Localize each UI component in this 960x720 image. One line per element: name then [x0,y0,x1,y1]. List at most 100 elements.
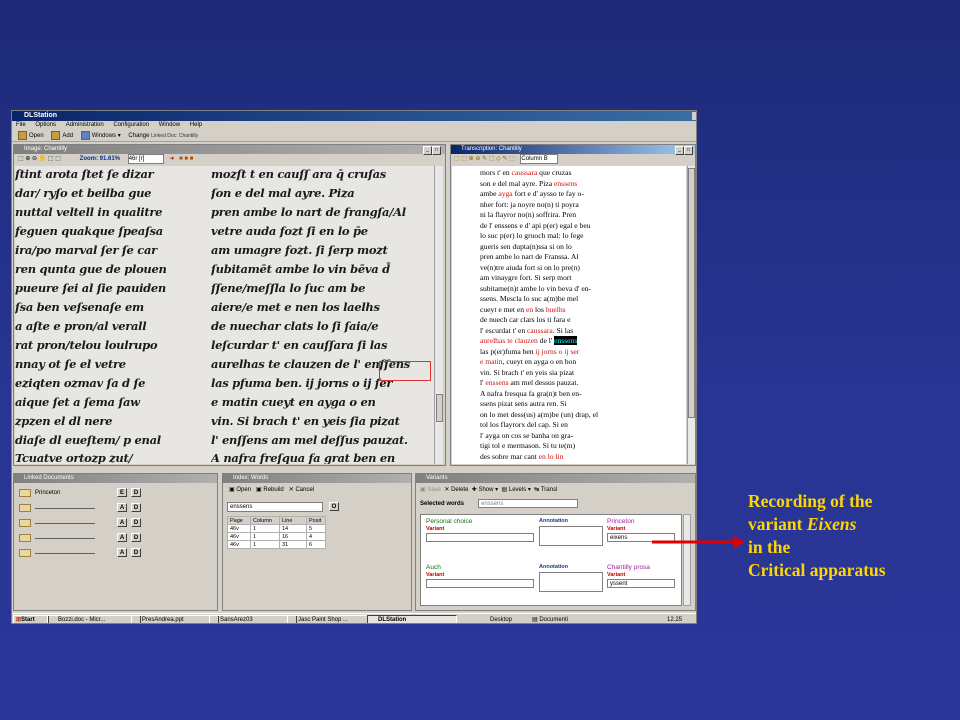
table-row[interactable]: 46v 1 16 4 [227,532,326,541]
transcription-line[interactable]: l' enssens am mel dessus pauzat. [480,378,578,388]
transcription-line[interactable]: ssens. Mescla lo suc a(m)be mel [480,294,578,304]
personal-variant-input[interactable] [426,533,534,542]
menu-configuration[interactable]: Configuration [113,122,149,128]
transcription-tools[interactable]: ⬚ ⬚ ⊕ ⊖ ✎ ⬚ ◇ ✎ ⬚ [454,156,515,162]
delete-button[interactable]: D [131,488,141,497]
transcription-line[interactable]: ambe ayga fort e d' aysso te fay o- [480,189,584,199]
column-header[interactable]: Line [279,516,307,525]
index-go-button[interactable]: O [329,502,339,511]
change-button[interactable]: Change [128,130,149,142]
transcription-text[interactable]: mors t' en caussara que cruzas son e del … [452,166,686,464]
transcription-scrollbar[interactable] [687,166,695,464]
transcription-line[interactable]: des sobre mar cant en lo lin [480,452,564,462]
scroll-thumb[interactable] [688,168,695,418]
transcription-line[interactable]: on lo met dess(us) a(m)be (un) drap, el [480,410,598,420]
transcription-line[interactable]: am vinaygre fort. Si serp mort [480,273,572,283]
transcription-line[interactable]: l' ayga on cos se banha on gra- [480,431,573,441]
edit-button[interactable]: E [117,488,127,497]
transcription-line[interactable]: vin. Si brach t' en yeis sia pizat [480,368,574,378]
task-sansarez[interactable]: SansArez03 [209,615,297,623]
add-button[interactable]: A [117,533,127,542]
image-tools[interactable]: ⬚ ⊕ ⊖ ✋ ⬚ ⬚ [18,154,78,165]
transcription-line[interactable]: e matin, cueyt en ayga o en bon [480,357,576,367]
start-button[interactable]: ⊞Start [13,615,49,623]
add-button[interactable]: Add [51,130,73,142]
linked-document-row[interactable]: Princeton E D [17,487,215,499]
delete-button[interactable]: D [131,533,141,542]
window-close-button[interactable] [692,112,696,120]
transcription-line[interactable]: l' escurdat t' en caussara. Si las [480,326,573,336]
add-button[interactable]: A [117,518,127,527]
column-header[interactable]: Column [250,516,280,525]
chantilly-variant-input[interactable]: yssent [607,579,675,588]
column-header[interactable]: Posit [306,516,326,525]
transcription-line[interactable]: ve(n)tre aiuda fort si on lo pre(n) [480,263,580,273]
index-cancel-button[interactable]: ✕ Cancel [289,487,314,493]
add-button[interactable]: A [117,548,127,557]
linked-document-row[interactable]: AD [17,532,215,544]
menu-help[interactable]: Help [190,122,202,128]
transcription-line[interactable]: A nafra fresqua fa gra(n)t ben en- [480,389,582,399]
variants-save-button[interactable]: ▣ Save [420,487,441,493]
word-highlight-box[interactable] [379,361,431,381]
delete-button[interactable]: D [131,503,141,512]
transcription-line[interactable]: lo suc p(er) lo gruoch mal: lo fege [480,231,584,241]
variants-levels-button[interactable]: ▤ Levels ▾ [502,487,531,493]
menu-administration[interactable]: Administration [66,122,104,128]
delete-button[interactable]: D [131,548,141,557]
variants-scrollbar[interactable] [683,514,691,606]
table-row[interactable]: 46v 1 31 6 [227,540,326,549]
windows-button[interactable]: Windows ▾ [80,130,121,142]
transcription-line[interactable]: las p(er)fuma ben ij jorns o ij ser [480,347,579,357]
task-paintshop[interactable]: Jasc Paint Shop ... [287,615,377,623]
task-dlstation[interactable]: DLStation [367,615,457,623]
index-rebuild-button[interactable]: ▣ Rebuild [256,487,284,493]
transcription-line[interactable]: de nuech car clars los ti fara e [480,315,570,325]
auch-variant-input[interactable] [426,579,534,588]
transcription-line[interactable]: mors t' en caussara que cruzas [480,168,571,178]
image-scrollbar[interactable] [434,166,443,464]
menu-file[interactable]: File [16,122,26,128]
desktop-toolbar[interactable]: Desktop [490,616,512,623]
variants-show-button[interactable]: ✚ Show ▾ [472,487,498,493]
task-bozzi[interactable]: Bozzi.doc - Micr... [47,615,141,623]
open-button[interactable]: Open [18,130,44,142]
scroll-thumb[interactable] [436,394,443,422]
linked-document-row[interactable]: AD [17,517,215,529]
personal-annotation-input[interactable] [539,526,603,546]
transcription-line[interactable]: son e del mal ayre. Piza enssens [480,179,577,189]
variants-delete-button[interactable]: ✕ Delete [444,487,468,493]
transcription-line[interactable]: ssens pizat sens autra ren. Si [480,399,566,409]
index-open-button[interactable]: ▣ Open [229,487,251,493]
manuscript-image[interactable]: ſtint arota ſtet ſe dizar dar/ ryſo et b… [15,166,434,464]
documents-toolbar[interactable]: ▤ Documenti [532,616,568,623]
transcription-line[interactable]: gueris sen dupta(n)ssa si on lo [480,242,572,252]
variants-transl-button[interactable]: ↹ Transl [534,487,557,493]
transcription-line[interactable]: tol los flayrorx del cap. Si en [480,420,568,430]
transcription-line[interactable]: tigi tol e mermason. Si tu te(m) [480,441,575,451]
column-header[interactable]: Page [227,516,251,525]
transcription-line[interactable]: aurelhas te clauzen de l' enssens [480,336,578,346]
transcription-line[interactable]: subitame(n)t ambe lo vin beva d' en- [480,284,591,294]
ms-line: ren qunta gue de plouen [15,262,167,276]
delete-button[interactable]: D [131,518,141,527]
arrow-right-icon[interactable]: ➜ [169,156,174,162]
page-select[interactable]: 46r [r] [127,154,164,164]
task-presandrea[interactable]: PresAndrea.ppt [131,615,219,623]
add-button[interactable]: A [117,503,127,512]
index-search-input[interactable]: enssens [227,502,323,512]
transcription-line[interactable]: pren ambe lo nart de Franssa. Al [480,252,578,262]
menu-window[interactable]: Window [159,122,180,128]
transcription-line[interactable]: ni la flayror no(n) soffrira. Pren [480,210,576,220]
linked-document-row[interactable]: AD [17,547,215,559]
transcription-line[interactable]: de l' enssens e d' api p(er) egal e beu [480,221,590,231]
column-select[interactable]: Column B [520,154,559,164]
auch-annotation-input[interactable] [539,572,603,592]
menu-options[interactable]: Options [35,122,56,128]
linked-document-row[interactable]: AD [17,502,215,514]
transcription-line[interactable]: cueyt e met en en los huelhs [480,305,566,315]
table-row[interactable]: 46v 1 14 5 [227,524,326,533]
ms-line: ſtint arota ſtet ſe dizar [15,167,154,181]
transcription-line[interactable]: nher fort: ja noyre no(n) ti poyra [480,200,579,210]
mark-icon[interactable]: ■ ■ ■ [179,156,193,162]
